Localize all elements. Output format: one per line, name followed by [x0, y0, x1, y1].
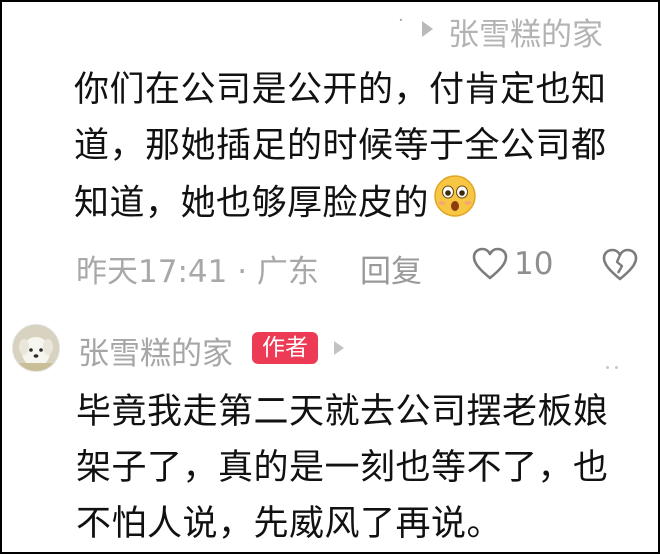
- dislike-button[interactable]: [602, 248, 638, 282]
- surprised-face-emoji-icon: [433, 174, 477, 235]
- reply-button[interactable]: 回复: [360, 246, 422, 291]
- comment-line: 道，那她插足的时候等于全公司都: [74, 126, 607, 166]
- comment-line: 不怕人说，先威风了再说。: [76, 504, 503, 544]
- reply-arrow-icon: [334, 341, 344, 355]
- comment-body: 毕竟我走第二天就去公司摆老板娘 架子了，真的是一刻也等不了，也 不怕人说，先威风…: [76, 384, 656, 552]
- more-dot: ·: [398, 10, 404, 31]
- comment-line: 架子了，真的是一刻也等不了，也: [76, 448, 609, 488]
- heart-outline-icon: [472, 247, 508, 281]
- comment-line: 知道，她也够厚脸皮的: [74, 183, 430, 224]
- comment-line: 毕竟我走第二天就去公司摆老板娘: [76, 392, 609, 432]
- reply-arrow-icon: [422, 21, 433, 37]
- like-button[interactable]: 10: [472, 246, 553, 282]
- author-badge: 作者: [252, 332, 318, 364]
- author-name[interactable]: 张雪糕的家: [78, 328, 233, 373]
- reply-to-name[interactable]: 张雪糕的家: [448, 9, 603, 54]
- dog-avatar[interactable]: [12, 324, 60, 372]
- comment-body: 你们在公司是公开的，付肯定也知 道，那她插足的时候等于全公司都 知道，她也够厚脸…: [74, 62, 654, 230]
- comment-last-line: 知道，她也够厚脸皮的: [74, 174, 654, 230]
- broken-heart-icon: [602, 248, 638, 286]
- comment-time-location: 昨天17:41 · 广东: [76, 254, 319, 290]
- like-count: 10: [514, 246, 554, 282]
- comment-line: 你们在公司是公开的，付肯定也知: [74, 70, 607, 110]
- more-options-icon[interactable]: [606, 354, 624, 373]
- comment-thread: · 张雪糕的家 你们在公司是公开的，付肯定也知 道，那她插足的时候等于全公司都 …: [0, 0, 660, 554]
